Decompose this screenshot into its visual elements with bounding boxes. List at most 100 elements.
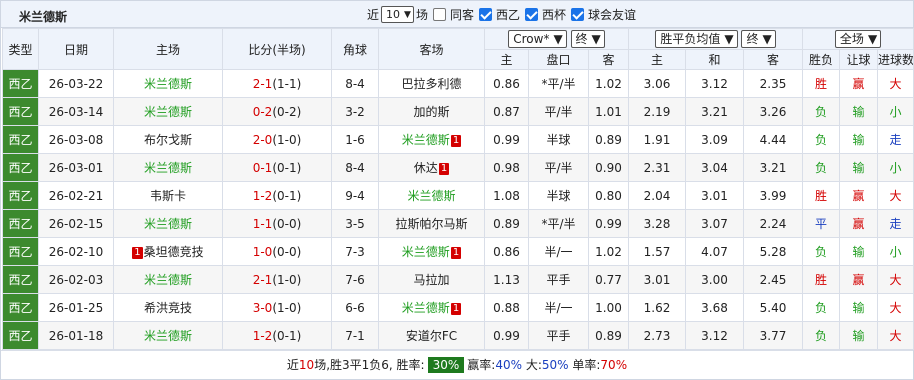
cell-date: 26-03-14 [38, 97, 114, 126]
cell-away[interactable]: 休达 1 [378, 153, 485, 182]
cell-odds-draw: 4.07 [685, 237, 745, 266]
red-card-badge: 1 [450, 135, 462, 147]
cell-home[interactable]: 米兰德斯 [113, 97, 223, 126]
cell-away[interactable]: 马拉加 [378, 265, 485, 294]
score-text: 1-2 [252, 328, 273, 343]
recent-count-select[interactable]: 10 ▼ [381, 6, 414, 23]
cell-away[interactable]: 拉斯帕尔马斯 [378, 209, 485, 238]
cell-home[interactable]: 米兰德斯 [113, 69, 223, 98]
away-team-link: 米兰德斯 [401, 133, 450, 147]
handicap-line: 半/一 [544, 301, 573, 315]
cell-goals-result: 小 [877, 237, 914, 266]
goals-result-text: 小 [889, 161, 902, 175]
corner-text: 7-6 [345, 272, 365, 287]
score-text: 1-0 [252, 244, 273, 259]
friendly-checkbox[interactable] [571, 8, 584, 21]
corner-text: 9-4 [345, 188, 365, 203]
handicap-home-odds: 0.86 [493, 244, 520, 259]
cup-label: 西杯 [541, 8, 566, 22]
cell-handicap-line: 平手 [528, 321, 589, 350]
odds-win: 2.73 [643, 328, 671, 343]
cell-date: 26-03-22 [38, 69, 114, 98]
handicap-away-odds: 1.02 [595, 76, 622, 91]
company-end-select[interactable]: 终 ▼ [570, 29, 605, 48]
scope-select[interactable]: 全场 ▼ [834, 29, 882, 48]
cell-away[interactable]: 米兰德斯 [378, 181, 485, 210]
result-text: 负 [815, 245, 828, 259]
col-handicap-group: Crow* ▼ 终 ▼ [483, 28, 630, 50]
home-team-link: 韦斯卡 [149, 189, 186, 203]
cell-type: 西乙 [2, 265, 39, 294]
odds-type-select[interactable]: 胜平负均值 ▼ [655, 29, 738, 48]
date-text: 26-03-01 [48, 160, 104, 175]
cell-home[interactable]: 韦斯卡 [113, 181, 223, 210]
cell-type: 西乙 [2, 125, 39, 154]
cell-odds-win: 2.31 [628, 153, 687, 182]
date-text: 26-02-10 [48, 244, 104, 259]
cell-away[interactable]: 安道尔FC [378, 321, 485, 350]
cell-away[interactable]: 米兰德斯 1 [378, 293, 485, 322]
cell-handicap-result: 输 [839, 97, 879, 126]
cell-type: 西乙 [2, 153, 39, 182]
result-text: 负 [815, 105, 828, 119]
odds-draw: 3.07 [701, 216, 728, 231]
cell-away[interactable]: 米兰德斯 1 [378, 125, 485, 154]
cell-type: 西乙 [2, 321, 39, 350]
recent-matches-panel: 米兰德斯 近 10 ▼ 场 同客 西乙 西杯 球会友谊 类型 日期 主场 比分(半… [0, 0, 914, 380]
cell-handicap-away: 0.77 [587, 265, 630, 294]
cell-odds-lose: 3.99 [743, 181, 804, 210]
col-home: 主场 [113, 28, 223, 70]
scope-value: 全场 [839, 32, 864, 47]
cell-type: 西乙 [2, 293, 39, 322]
handicap-line: 平/半 [544, 161, 573, 175]
cell-home[interactable]: 希洪竞技 [113, 293, 223, 322]
home-team-link: 米兰德斯 [143, 161, 192, 175]
same-home-checkbox[interactable] [432, 8, 446, 21]
recent-label: 近 [367, 8, 380, 22]
cell-away[interactable]: 巴拉多利德 [378, 69, 485, 98]
handicap-home-odds: 0.86 [493, 76, 520, 91]
company-select[interactable]: Crow* ▼ [508, 30, 567, 48]
table-row: 西乙 26-01-18 米兰德斯 1-2(0-1) 7-1 安道尔FC 0.99 平手 0.89… [2, 321, 914, 350]
odds-lose: 2.35 [759, 76, 787, 91]
company-end-value: 终 [575, 32, 588, 46]
away-team-link: 米兰德斯 [401, 301, 450, 315]
big-rate-label: 大: [525, 358, 542, 372]
cell-home[interactable]: 1 桑坦德竞技 [113, 237, 223, 266]
odds-win: 2.04 [643, 188, 671, 203]
footer-summary: 场,胜3平1负6, 胜率: [314, 358, 425, 372]
cell-home[interactable]: 布尔戈斯 [113, 125, 223, 154]
league-checkbox[interactable] [478, 8, 492, 21]
away-team-link: 拉斯帕尔马斯 [395, 217, 468, 231]
goals-result-text: 大 [889, 77, 902, 91]
cell-away[interactable]: 米兰德斯 1 [378, 237, 485, 266]
odds-lose: 3.26 [759, 104, 787, 119]
cell-home[interactable]: 米兰德斯 [113, 265, 223, 294]
cell-score: 2-1(1-0) [222, 265, 332, 294]
handicap-line: 半球 [546, 189, 571, 203]
footer-count: 10 [298, 357, 315, 372]
odds-end-select[interactable]: 终 ▼ [741, 29, 776, 48]
away-team-link: 马拉加 [413, 273, 450, 287]
handicap-away-odds: 1.02 [595, 244, 622, 259]
cell-odds-lose: 3.21 [743, 153, 804, 182]
table-row: 西乙 26-02-15 米兰德斯 1-1(0-0) 3-5 拉斯帕尔马斯 0.89 *平/半 0… [2, 209, 914, 238]
col-result: 胜负 [802, 48, 841, 70]
result-text: 胜 [815, 77, 828, 91]
cup-checkbox[interactable] [524, 8, 538, 21]
result-text: 负 [815, 329, 828, 343]
handicap-result-text: 赢 [852, 217, 865, 231]
odds-win: 3.06 [643, 76, 671, 91]
handicap-line: 平/半 [544, 105, 573, 119]
cell-home[interactable]: 米兰德斯 [113, 153, 223, 182]
cell-home[interactable]: 米兰德斯 [113, 321, 223, 350]
cell-score: 1-2(0-1) [222, 181, 332, 210]
col-odds-group: 胜平负均值 ▼ 终 ▼ [628, 28, 804, 50]
col-away: 客场 [378, 28, 485, 70]
away-team-link: 休达 [413, 161, 438, 175]
cell-home[interactable]: 米兰德斯 [113, 209, 223, 238]
odds-win: 2.31 [643, 160, 671, 175]
half-score-text: (1-1) [272, 76, 302, 91]
cell-handicap-line: 半球 [528, 181, 589, 210]
cell-away[interactable]: 加的斯 [378, 97, 485, 126]
